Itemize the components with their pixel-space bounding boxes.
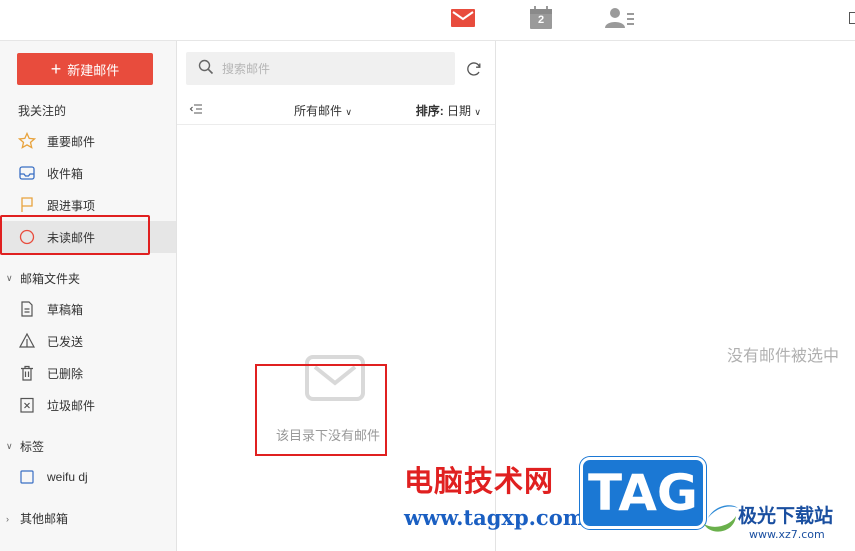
sidebar-item-tag-weifu[interactable]: weifu dj bbox=[0, 461, 176, 493]
refresh-icon[interactable] bbox=[465, 60, 483, 78]
sidebar-item-label: 垃圾邮件 bbox=[47, 398, 96, 413]
highlight-box bbox=[255, 364, 387, 456]
window-edge-button[interactable] bbox=[849, 12, 855, 24]
watermark-site-name: 极光下载站 bbox=[738, 505, 834, 527]
plus-icon: + bbox=[50, 59, 62, 79]
search-input[interactable] bbox=[222, 61, 442, 76]
sort-dropdown[interactable]: 排序: 日期 ∨ bbox=[416, 102, 481, 119]
filter-label: 所有邮件 bbox=[294, 104, 343, 118]
tags-title: 标签 bbox=[20, 440, 45, 454]
sidebar-item-inbox[interactable]: 收件箱 bbox=[0, 157, 176, 189]
filter-dropdown[interactable]: 所有邮件 ∨ bbox=[294, 102, 352, 119]
list-filter-bar: 所有邮件 ∨ 排序: 日期 ∨ bbox=[177, 97, 495, 125]
calendar-day: 2 bbox=[537, 14, 545, 26]
search-box[interactable] bbox=[186, 52, 455, 85]
sidebar-item-deleted[interactable]: 已删除 bbox=[0, 357, 176, 389]
sidebar-item-drafts[interactable]: 草稿箱 bbox=[0, 293, 176, 325]
favorites-title: 我关注的 bbox=[18, 104, 67, 118]
no-selection-message: 没有邮件被选中 bbox=[727, 348, 840, 365]
calendar-icon[interactable]: 2 bbox=[528, 6, 554, 30]
sidebar-item-label: 已发送 bbox=[47, 334, 84, 349]
tags-group-toggle[interactable]: ∨ 标签 bbox=[6, 438, 44, 455]
other-title: 其他邮箱 bbox=[20, 512, 69, 526]
sidebar-item-important[interactable]: 重要邮件 bbox=[0, 125, 176, 157]
highlight-box bbox=[0, 215, 150, 255]
compose-button[interactable]: + 新建邮件 bbox=[17, 53, 153, 85]
sort-prefix: 排序: bbox=[415, 104, 444, 118]
sidebar-item-label: 已删除 bbox=[47, 366, 84, 381]
watermark-swirl-icon bbox=[700, 496, 740, 536]
sidebar-item-label: 草稿箱 bbox=[47, 302, 84, 317]
sidebar-item-label: 跟进事项 bbox=[47, 198, 96, 213]
tag-checkbox-icon bbox=[18, 468, 36, 486]
chevron-down-icon: ∨ bbox=[6, 441, 13, 451]
folders-title: 邮箱文件夹 bbox=[20, 272, 81, 286]
sidebar-item-sent[interactable]: 已发送 bbox=[0, 325, 176, 357]
contacts-icon[interactable] bbox=[604, 6, 636, 30]
folders-group-toggle[interactable]: ∨ 邮箱文件夹 bbox=[6, 270, 80, 287]
sidebar-item-label: weifu dj bbox=[47, 470, 88, 484]
chevron-right-icon: › bbox=[6, 513, 9, 524]
watermark-tag-logo: TAG bbox=[580, 457, 706, 529]
trash-icon bbox=[18, 364, 36, 382]
spam-icon bbox=[18, 396, 36, 414]
chevron-down-icon: ∨ bbox=[474, 107, 481, 117]
sidebar: + 新建邮件 我关注的 重要邮件 收件箱 跟进事项 未读邮件 ∨ 邮箱文件夹 草… bbox=[0, 41, 177, 551]
collapse-sidebar-icon[interactable] bbox=[189, 102, 203, 116]
sort-value: 日期 bbox=[447, 104, 472, 118]
watermark-url: www.tagxp.com bbox=[404, 505, 585, 530]
sidebar-item-label: 收件箱 bbox=[47, 166, 84, 181]
draft-icon bbox=[18, 300, 36, 318]
inbox-icon bbox=[18, 164, 36, 182]
other-mailbox-toggle[interactable]: › 其他邮箱 bbox=[6, 510, 68, 527]
watermark-site-url: www.xz7.com bbox=[749, 528, 825, 541]
sent-icon bbox=[18, 332, 36, 350]
watermark-cn-text: 电脑技术网 bbox=[404, 464, 555, 498]
flag-icon bbox=[18, 196, 36, 214]
mail-icon[interactable] bbox=[450, 6, 476, 30]
chevron-down-icon: ∨ bbox=[6, 273, 13, 283]
search-icon bbox=[198, 59, 214, 78]
sidebar-item-label: 重要邮件 bbox=[47, 134, 96, 149]
top-toolbar: 2 bbox=[0, 0, 855, 41]
star-icon bbox=[18, 132, 36, 150]
compose-label: 新建邮件 bbox=[67, 62, 120, 78]
sidebar-item-spam[interactable]: 垃圾邮件 bbox=[0, 389, 176, 421]
chevron-down-icon: ∨ bbox=[345, 107, 352, 117]
